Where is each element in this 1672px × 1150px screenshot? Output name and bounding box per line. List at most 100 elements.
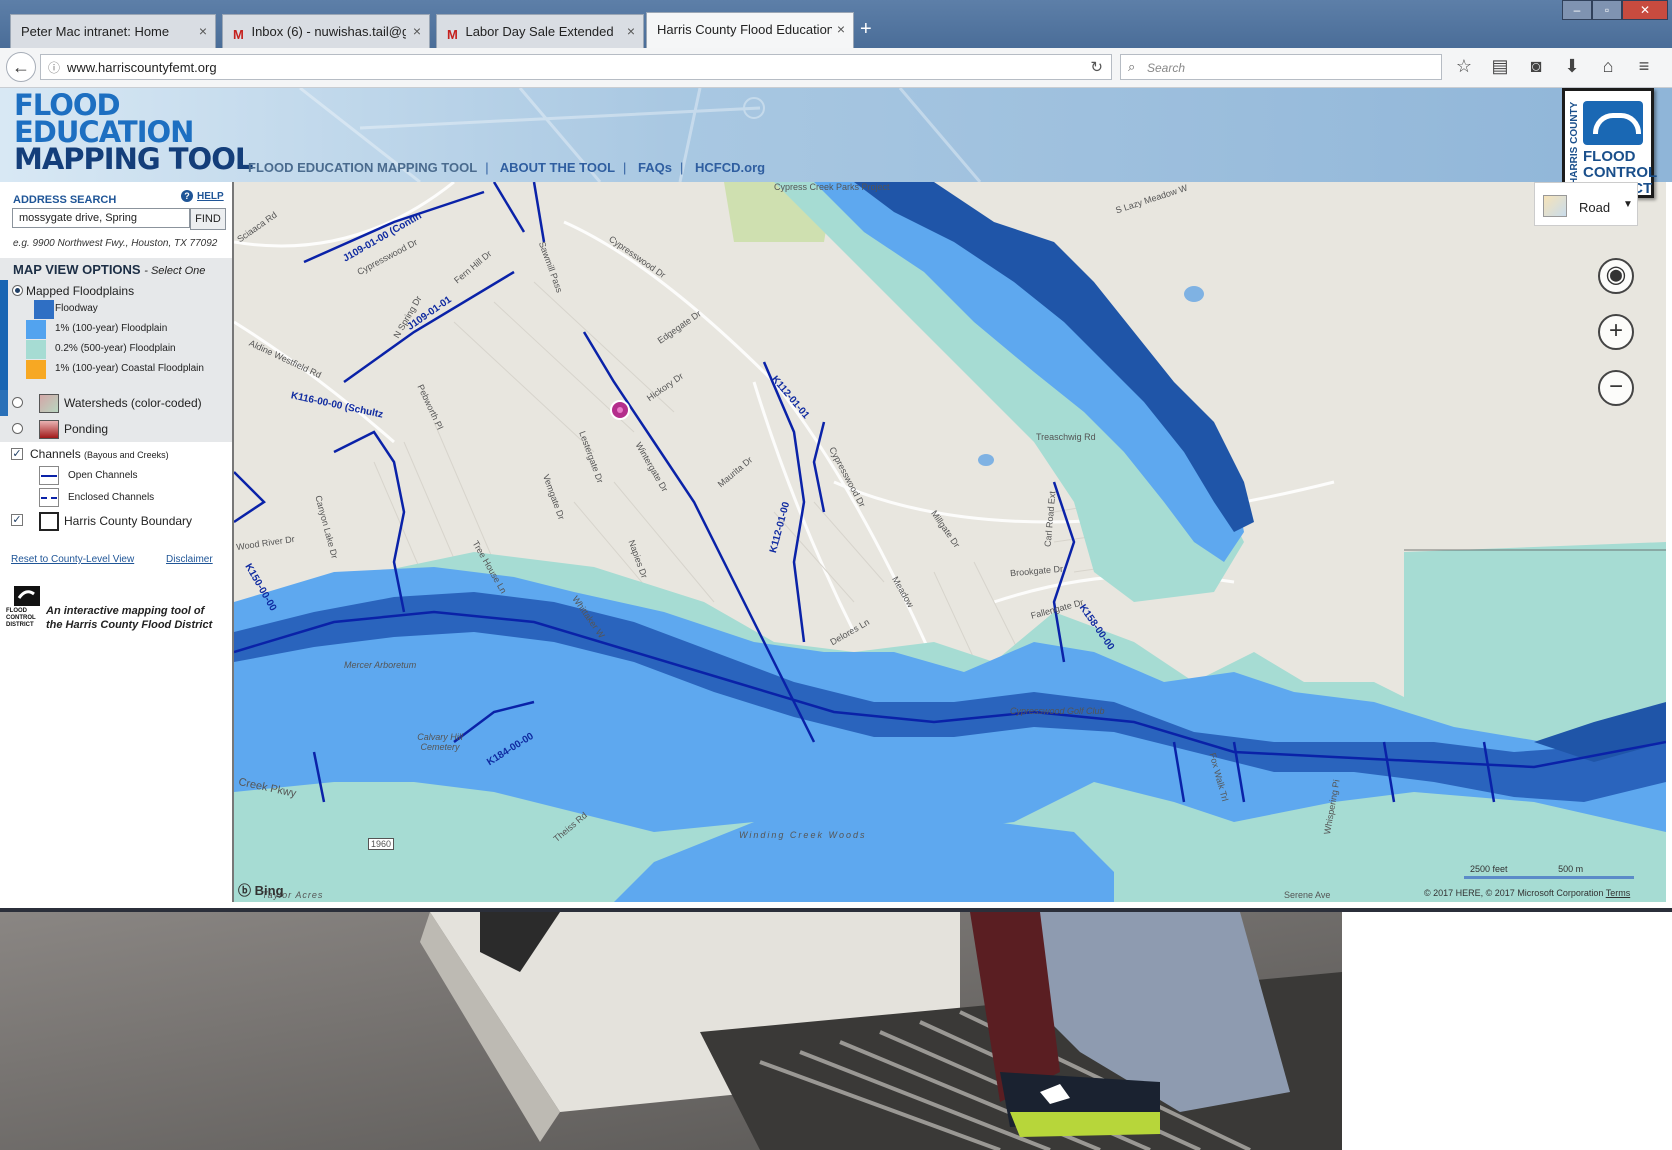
close-tab-icon[interactable]: × [199, 23, 207, 39]
ponding-radio[interactable] [12, 423, 23, 434]
maximize-icon[interactable]: ▫ [1592, 0, 1622, 20]
badge-line: FLOOD [1583, 148, 1636, 165]
coastal-floodplain-swatch [26, 360, 46, 379]
mvo-subtitle: - Select One [144, 265, 206, 277]
logo-line: MAPPING TOOL [14, 142, 253, 176]
mapped-floodplains-option: Mapped Floodplains Floodway 1% (100-year… [0, 280, 232, 390]
search-input[interactable]: ⌕ Search [1120, 54, 1442, 80]
watersheds-radio[interactable] [12, 397, 23, 408]
nav-link-faqs[interactable]: FAQs [638, 160, 672, 175]
legend-label: 1% (100-year) Floodplain [55, 323, 168, 334]
highway-shield: 1960 [368, 838, 395, 850]
boundary-checkbox[interactable]: ✓ [11, 514, 23, 526]
address-example: e.g. 9900 Northwest Fwy., Houston, TX 77… [13, 238, 218, 249]
new-tab-button[interactable]: + [860, 18, 872, 41]
street-label: Cypresswood Golf Club [1010, 706, 1105, 716]
legend-label: 0.2% (500-year) Floodplain [55, 343, 176, 354]
bing-logo: ⓑ Bing [238, 883, 284, 898]
bing-text: Bing [254, 883, 284, 898]
footer-logo-line: CONTROL [6, 615, 36, 621]
home-icon[interactable]: ⌂ [1596, 56, 1620, 77]
url-text: www.harriscountyfemt.org [67, 60, 217, 75]
menu-icon[interactable]: ≡ [1632, 56, 1656, 77]
watersheds-swatch [39, 394, 59, 413]
tab-inbox[interactable]: M Inbox (6) - nuwishas.tail@g... × [222, 14, 430, 48]
flood-map[interactable]: Cypresswood Dr Aldine Westfield Rd Fern … [234, 182, 1666, 902]
back-arrow-icon[interactable]: ← [6, 52, 36, 82]
close-tab-icon[interactable]: × [837, 21, 845, 37]
legend-label: 1% (100-year) Coastal Floodplain [55, 363, 204, 374]
help-text: HELP [197, 191, 224, 202]
footer-logo-line: FLOOD [6, 608, 27, 614]
minimize-icon[interactable]: – [1562, 0, 1592, 20]
locate-icon[interactable]: ◉ [1598, 258, 1634, 294]
download-icon[interactable]: ⬇ [1560, 56, 1584, 77]
enclosed-channel-swatch [39, 488, 59, 507]
street-label: Winding Creek Woods [739, 830, 867, 840]
channels-title: Channels [30, 447, 81, 461]
site-nav: FLOOD EDUCATION MAPPING TOOL | ABOUT THE … [248, 160, 766, 175]
reader-icon[interactable]: ▤ [1488, 56, 1512, 77]
tab-title: Labor Day Sale Extended | ... [465, 24, 615, 39]
scale-bar: 2500 feet 500 m [1464, 864, 1634, 879]
terms-link[interactable]: Terms [1606, 888, 1631, 898]
channels-subtitle: (Bayous and Creeks) [84, 450, 169, 460]
road-thumbnail-icon [1543, 195, 1567, 217]
street-label: Treaschwig Rd [1036, 432, 1096, 442]
info-icon[interactable]: ⓘ [48, 59, 60, 76]
nav-link-home[interactable]: FLOOD EDUCATION MAPPING TOOL [248, 160, 477, 175]
channels-label: Channels (Bayous and Creeks) [30, 447, 169, 461]
window-controls: – ▫ ✕ [1562, 0, 1668, 20]
close-tab-icon[interactable]: × [413, 23, 421, 39]
floodplain-500-swatch [26, 340, 46, 359]
gmail-icon: M [233, 27, 244, 42]
address-search-input[interactable] [12, 208, 190, 228]
mvo-title: MAP VIEW OPTIONS [13, 262, 141, 277]
channels-checkbox[interactable]: ✓ [11, 448, 23, 460]
browser-window: Peter Mac intranet: Home × M Inbox (6) -… [0, 0, 1672, 912]
url-bar[interactable]: ⓘ www.harriscountyfemt.org ↻ [40, 54, 1112, 80]
street-label: Calvary Hill Cemetery [417, 732, 463, 752]
tab-peter-mac[interactable]: Peter Mac intranet: Home × [10, 14, 216, 48]
tab-labor-day[interactable]: M Labor Day Sale Extended | ... × [436, 14, 644, 48]
floodplains-label: Mapped Floodplains [26, 284, 135, 298]
star-icon[interactable]: ☆ [1452, 56, 1476, 77]
channels-option: ✓ Channels (Bayous and Creeks) Open Chan… [0, 442, 232, 566]
chevron-down-icon: ▼ [1623, 199, 1633, 210]
watersheds-label: Watersheds (color-coded) [64, 396, 202, 410]
badge-line: CONTROL [1583, 164, 1658, 181]
enclosed-channels-label: Enclosed Channels [68, 492, 155, 503]
pocket-icon[interactable]: ◙ [1524, 56, 1548, 77]
scale-bar-line [1464, 876, 1634, 879]
ponding-option: Ponding [0, 416, 232, 442]
find-button[interactable]: FIND [190, 208, 226, 230]
zoom-in-icon[interactable]: + [1598, 314, 1634, 350]
map-style-selector[interactable]: Road ▼ [1534, 182, 1638, 226]
floodplains-radio[interactable] [12, 285, 23, 296]
disclaimer-link[interactable]: Disclaimer [166, 554, 213, 565]
boundary-swatch [39, 512, 59, 531]
wave-icon [1583, 101, 1643, 145]
reload-icon[interactable]: ↻ [1090, 58, 1103, 76]
nav-link-hcfcd[interactable]: HCFCD.org [695, 160, 765, 175]
logo[interactable]: FLOOD EDUCATION MAPPING TOOL [14, 91, 253, 176]
help-link[interactable]: ? HELP [181, 190, 224, 202]
zoom-out-icon[interactable]: − [1598, 370, 1634, 406]
address-search-label: ADDRESS SEARCH [13, 194, 117, 206]
watersheds-option: Watersheds (color-coded) [0, 390, 232, 416]
close-tab-icon[interactable]: × [627, 23, 635, 39]
badge-vertical-text: HARRIS COUNTY [1569, 101, 1580, 185]
ponding-label: Ponding [64, 422, 109, 436]
reset-view-link[interactable]: Reset to County-Level View [11, 554, 134, 565]
map-view-options-header: MAP VIEW OPTIONS - Select One [0, 258, 232, 280]
ponding-swatch [39, 420, 59, 439]
photo-drawing [0, 912, 1342, 1150]
tab-title: Harris County Flood Education ... [657, 22, 832, 37]
tab-harris-county[interactable]: Harris County Flood Education ... × [646, 12, 854, 48]
legend-label: Floodway [55, 303, 98, 314]
tagline: An interactive mapping tool of the Harri… [46, 604, 212, 632]
floodway-swatch [34, 300, 54, 319]
nav-link-about[interactable]: ABOUT THE TOOL [500, 160, 615, 175]
close-window-icon[interactable]: ✕ [1622, 0, 1668, 20]
gmail-icon: M [447, 27, 458, 42]
